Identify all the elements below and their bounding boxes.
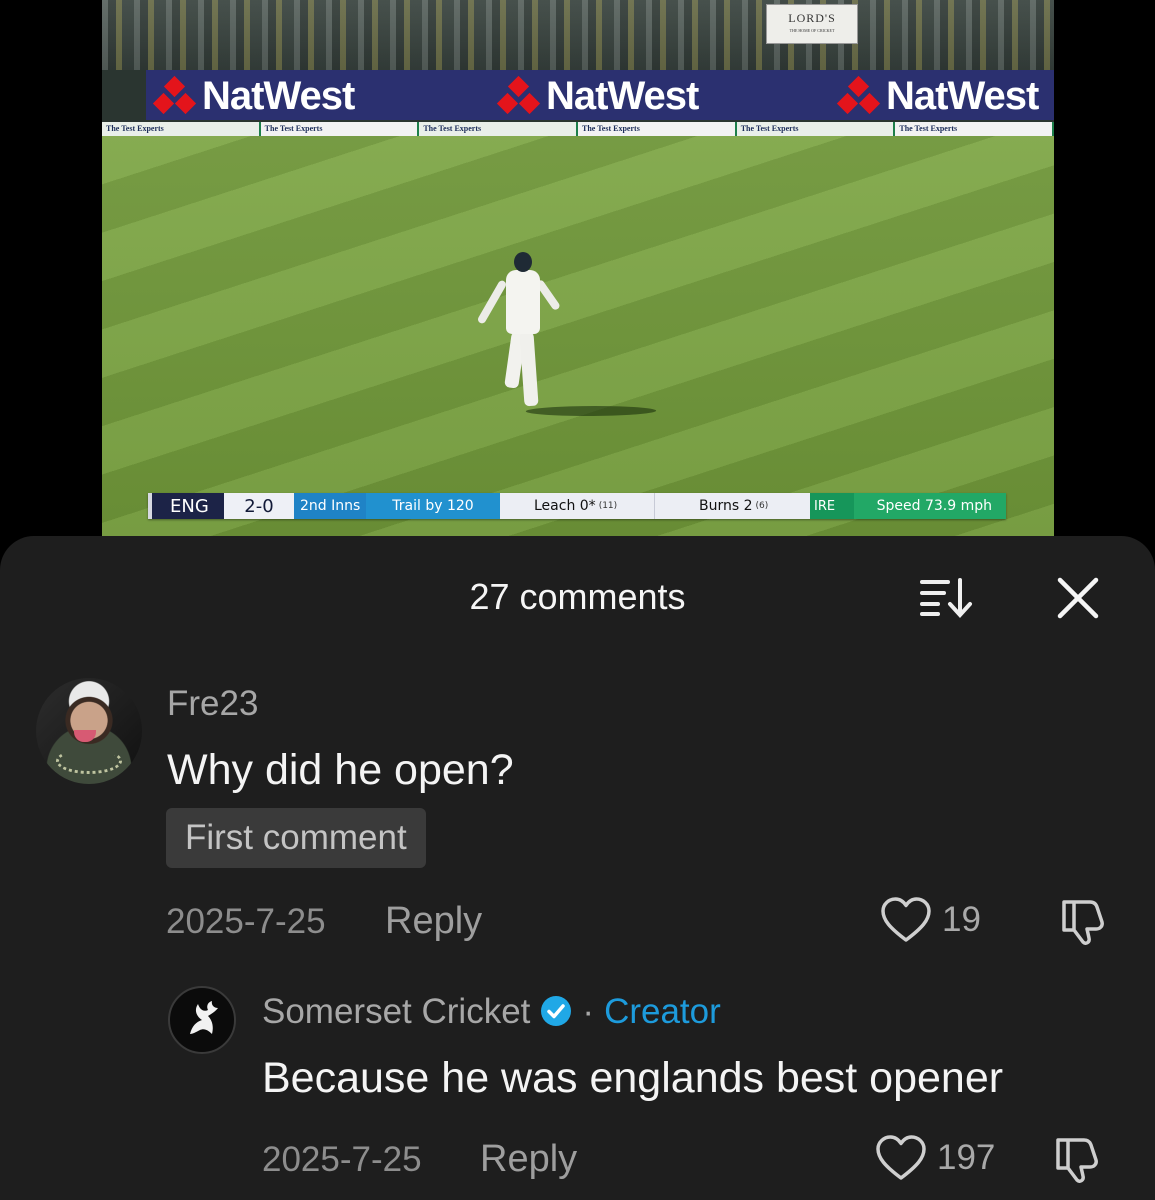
like-count: 197: [937, 1138, 996, 1177]
batter-2: Burns 2 (6): [654, 493, 810, 519]
avatar[interactable]: [168, 986, 236, 1054]
natwest-cubes-icon: [496, 75, 541, 115]
team-name: ENG: [148, 493, 224, 519]
reply-comment-item: Somerset Cricket · Creator Because he was…: [0, 536, 1155, 1200]
batter-1: Leach 0* (11): [500, 493, 654, 519]
scorebar: ENG 2-0 2nd Inns Trail by 120 Leach 0* (1…: [148, 493, 1006, 519]
heart-icon: [876, 1135, 926, 1180]
sponsor-hoarding: NatWest NatWest NatWest: [146, 70, 1054, 120]
innings-label: 2nd Inns: [294, 493, 366, 519]
comment-text: Because he was englands best opener: [262, 1054, 1004, 1102]
wyvern-crest-icon: [190, 1001, 218, 1034]
sponsor-strip: The Test Experts The Test Experts The Te…: [102, 122, 1054, 136]
sponsor-logo: NatWest: [152, 74, 355, 118]
creator-tag: Creator: [604, 992, 721, 1031]
team-score: 2-0: [224, 493, 294, 519]
separator-dot: ·: [582, 992, 595, 1031]
sponsor-logo: NatWest: [836, 74, 1039, 118]
match-situation: Trail by 120: [366, 493, 500, 519]
video-player[interactable]: LORD'S THE HOME OF CRICKET NatWest NatWe…: [102, 0, 1054, 536]
comment-username: Somerset Cricket · Creator: [262, 992, 721, 1032]
dislike-button[interactable]: [1052, 1134, 1104, 1191]
creator-username[interactable]: Somerset Cricket: [262, 992, 530, 1031]
thumbs-down-icon: [1056, 1138, 1098, 1183]
cricket-outfield: [102, 136, 1054, 536]
like-button[interactable]: 197: [875, 1134, 995, 1182]
crowd-stands: [102, 0, 1054, 70]
venue-sign: LORD'S THE HOME OF CRICKET: [766, 4, 858, 44]
fielder-figure: [476, 252, 661, 422]
reply-button[interactable]: Reply: [480, 1138, 577, 1181]
opponent-name: IRE: [810, 493, 854, 519]
natwest-cubes-icon: [152, 75, 197, 115]
sponsor-logo: NatWest: [496, 74, 699, 118]
ball-speed: Speed 73.9 mph: [854, 493, 1006, 519]
verified-badge-icon: [541, 995, 572, 1026]
natwest-cubes-icon: [836, 75, 881, 115]
comments-sheet: 27 comments Fre23 Why did he open? First…: [0, 536, 1155, 1200]
comment-date: 2025-7-25: [262, 1140, 422, 1179]
